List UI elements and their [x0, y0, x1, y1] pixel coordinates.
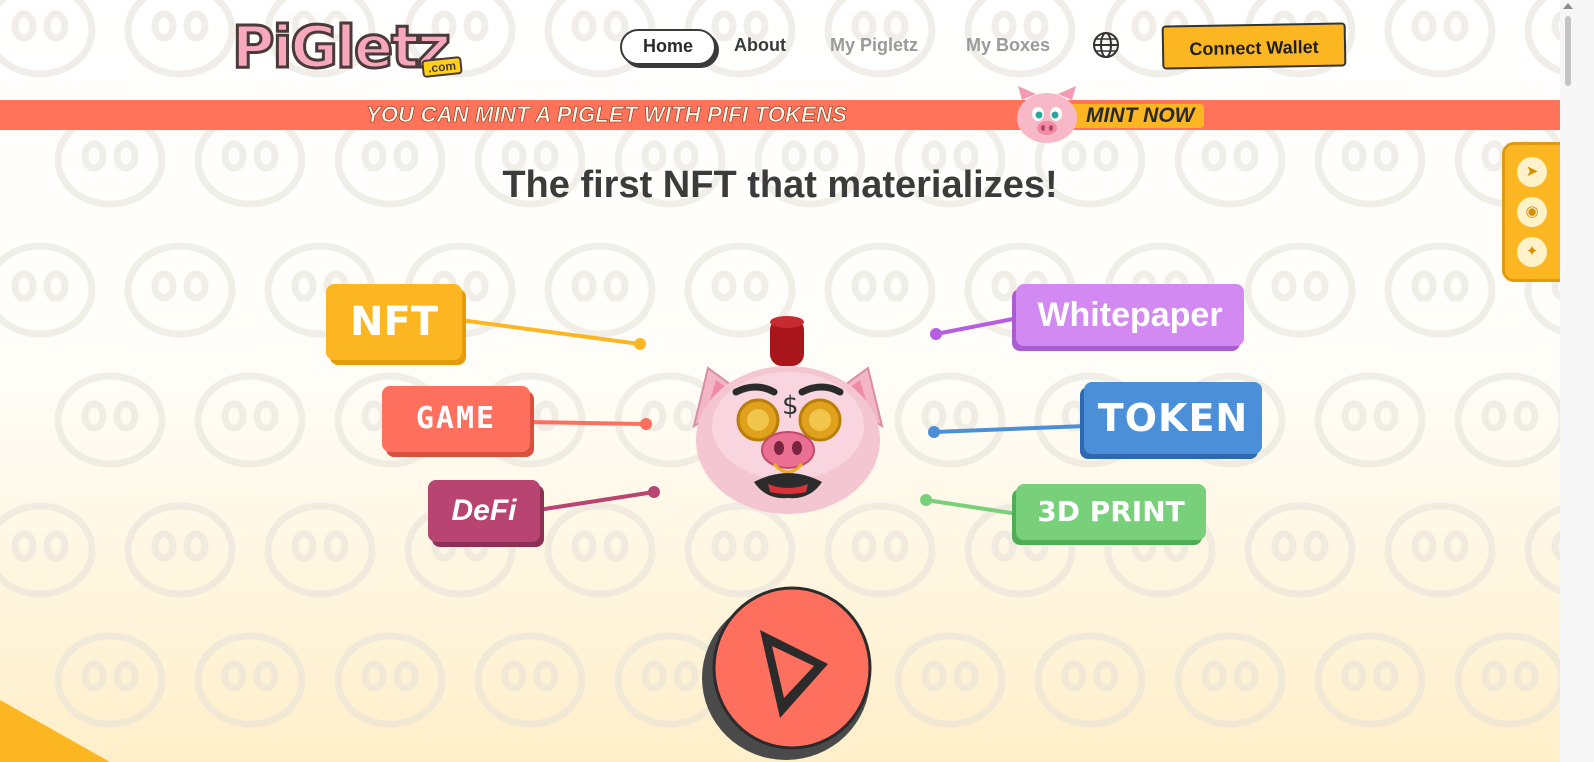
piglet-head-image: $ — [692, 316, 884, 514]
site-logo[interactable]: PiGletz .com — [231, 10, 472, 84]
token-tag[interactable]: TOKEN — [1084, 382, 1262, 454]
nav-my-boxes[interactable]: My Boxes — [966, 26, 1050, 64]
nav-my-pigletz[interactable]: My Pigletz — [830, 26, 918, 64]
telegram-icon[interactable]: ➤ — [1517, 157, 1547, 187]
connect-wallet-button[interactable]: Connect Wallet — [1161, 22, 1347, 70]
3d-print-tag[interactable]: 3D PRINT — [1016, 484, 1206, 540]
scroll-up-arrow-icon[interactable] — [1563, 3, 1573, 9]
page-headline: The first NFT that materializes! — [502, 164, 1058, 206]
page-scrollbar[interactable] — [1560, 0, 1594, 762]
defi-tag[interactable]: DeFi — [428, 480, 540, 542]
nav-about[interactable]: About — [734, 26, 786, 64]
play-video-button[interactable] — [696, 580, 876, 762]
logo-suffix: .com — [421, 55, 463, 79]
mint-banner: YOU CAN MINT A PIGLET WITH PIFI TOKENS M… — [0, 86, 1560, 143]
whitepaper-tag[interactable]: Whitepaper — [1016, 284, 1244, 346]
svg-text:$: $ — [782, 391, 799, 421]
game-tag[interactable]: GAME — [382, 386, 530, 452]
banner-text: YOU CAN MINT A PIGLET WITH PIFI TOKENS — [366, 102, 848, 128]
scroll-thumb[interactable] — [1565, 16, 1571, 86]
twitter-icon[interactable]: ✦ — [1517, 237, 1547, 267]
mint-now-button[interactable]: MINT NOW — [1068, 104, 1205, 128]
social-links-panel: ➤ ◉ ✦ — [1502, 142, 1562, 282]
nft-tag[interactable]: NFT — [326, 284, 462, 360]
piglet-mascot-icon — [1017, 86, 1077, 143]
site-header: PiGletz .com Home About My Pigletz My Bo… — [0, 0, 1560, 100]
globe-icon[interactable] — [1092, 31, 1120, 59]
discord-icon[interactable]: ◉ — [1517, 197, 1547, 227]
nav-home[interactable]: Home — [620, 29, 716, 65]
logo-wordmark: PiGletz — [231, 12, 453, 83]
